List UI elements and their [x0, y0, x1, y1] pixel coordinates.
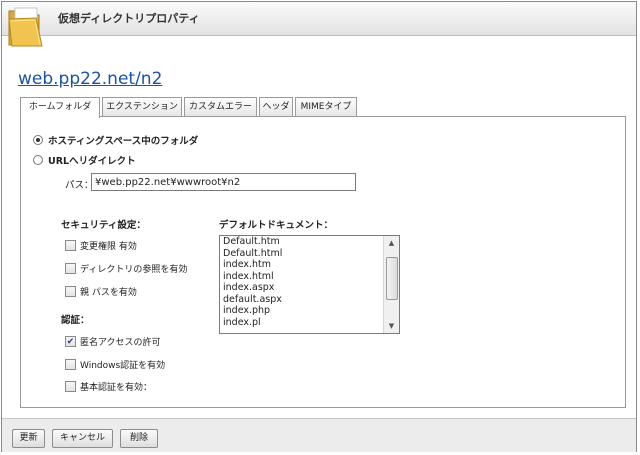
- tab-extensions-label: エクステンション: [106, 102, 178, 112]
- checkbox-windows-auth-label: Windows認証を有効: [80, 361, 166, 371]
- tab-mime-types-label: MIMEタイプ: [300, 102, 352, 112]
- radio-unchecked-icon[interactable]: [33, 155, 43, 165]
- list-item[interactable]: index.php: [220, 305, 399, 317]
- scroll-down-arrow-icon[interactable]: ▼: [384, 319, 399, 333]
- list-scrollbar[interactable]: ▲ ▼: [383, 236, 399, 333]
- checkbox-windows-auth[interactable]: Windows認証を有効: [65, 358, 165, 371]
- checkbox-icon[interactable]: [65, 286, 76, 297]
- checkbox-icon[interactable]: [65, 381, 76, 392]
- path-label: パス：: [65, 180, 94, 191]
- delete-button[interactable]: 削除: [120, 429, 158, 448]
- radio-url-redirect[interactable]: URLへリダイレクト: [33, 153, 136, 167]
- tab-home-folder[interactable]: ホームフォルダ: [20, 97, 100, 118]
- checkbox-icon[interactable]: [65, 263, 76, 274]
- radio-hosting-folder[interactable]: ホスティングスペース中のフォルダ: [33, 133, 198, 147]
- tab-extensions[interactable]: エクステンション: [102, 97, 182, 116]
- footer-bar: 更新 キャンセル 削除: [2, 418, 636, 452]
- checkbox-basic-auth[interactable]: 基本認証を有効：: [65, 380, 152, 393]
- checkbox-directory-browsing[interactable]: ディレクトリの参照を有効: [65, 262, 187, 275]
- security-settings-label: セキュリティ設定：: [61, 220, 146, 231]
- checkbox-anonymous-access[interactable]: ✔ 匿名アクセスの許可: [65, 335, 161, 348]
- list-item[interactable]: index.htm: [220, 259, 399, 271]
- path-input[interactable]: [91, 173, 356, 191]
- tab-home-folder-label: ホームフォルダ: [28, 102, 92, 112]
- window-title: 仮想ディレクトリプロパティ: [58, 12, 200, 25]
- default-documents-label: デフォルトドキュメント：: [219, 220, 334, 231]
- authentication-label: 認証：: [61, 315, 90, 326]
- list-item[interactable]: index.html: [220, 271, 399, 283]
- checkbox-anonymous-access-label: 匿名アクセスの許可: [80, 338, 161, 348]
- host-link[interactable]: web.pp22.net/n2: [18, 69, 162, 89]
- list-item[interactable]: Default.htm: [220, 236, 399, 248]
- default-documents-list[interactable]: Default.htm Default.html index.htm index…: [219, 235, 400, 334]
- home-folder-panel: ホスティングスペース中のフォルダ URLへリダイレクト パス： セキュリティ設定…: [20, 116, 626, 408]
- list-item[interactable]: default.aspx: [220, 294, 399, 306]
- list-item[interactable]: index.pl: [220, 317, 399, 329]
- update-button[interactable]: 更新: [12, 429, 45, 448]
- tab-headers[interactable]: ヘッダ: [259, 97, 293, 116]
- radio-checked-icon[interactable]: [33, 135, 43, 145]
- checkbox-write-permission[interactable]: 変更権限 有効: [65, 239, 137, 252]
- radio-url-redirect-label: URLへリダイレクト: [48, 156, 136, 167]
- checkbox-checked-icon[interactable]: ✔: [65, 336, 76, 347]
- list-item[interactable]: index.aspx: [220, 282, 399, 294]
- radio-hosting-folder-label: ホスティングスペース中のフォルダ: [48, 136, 199, 147]
- title-bar: 仮想ディレクトリプロパティ: [2, 2, 636, 36]
- folder-icon: [8, 7, 43, 47]
- checkbox-basic-auth-label: 基本認証を有効：: [80, 383, 153, 393]
- scroll-thumb[interactable]: [386, 257, 398, 300]
- virtual-directory-properties-window: 仮想ディレクトリプロパティ web.pp22.net/n2 ホームフォルダ エク…: [1, 1, 637, 452]
- tab-mime-types[interactable]: MIMEタイプ: [295, 97, 357, 116]
- tab-custom-errors-label: カスタムエラー: [188, 102, 252, 112]
- tab-custom-errors[interactable]: カスタムエラー: [184, 97, 257, 116]
- tab-headers-label: ヘッダ: [262, 102, 290, 112]
- list-item[interactable]: Default.html: [220, 248, 399, 260]
- scroll-up-arrow-icon[interactable]: ▲: [384, 236, 399, 250]
- cancel-button[interactable]: キャンセル: [52, 429, 113, 448]
- checkbox-icon[interactable]: [65, 359, 76, 370]
- checkbox-icon[interactable]: [65, 240, 76, 251]
- checkbox-parent-paths-label: 親 パスを有効: [80, 288, 137, 298]
- checkbox-directory-browsing-label: ディレクトリの参照を有効: [80, 265, 188, 275]
- checkbox-parent-paths[interactable]: 親 パスを有効: [65, 285, 137, 298]
- checkbox-write-permission-label: 変更権限 有効: [80, 242, 137, 252]
